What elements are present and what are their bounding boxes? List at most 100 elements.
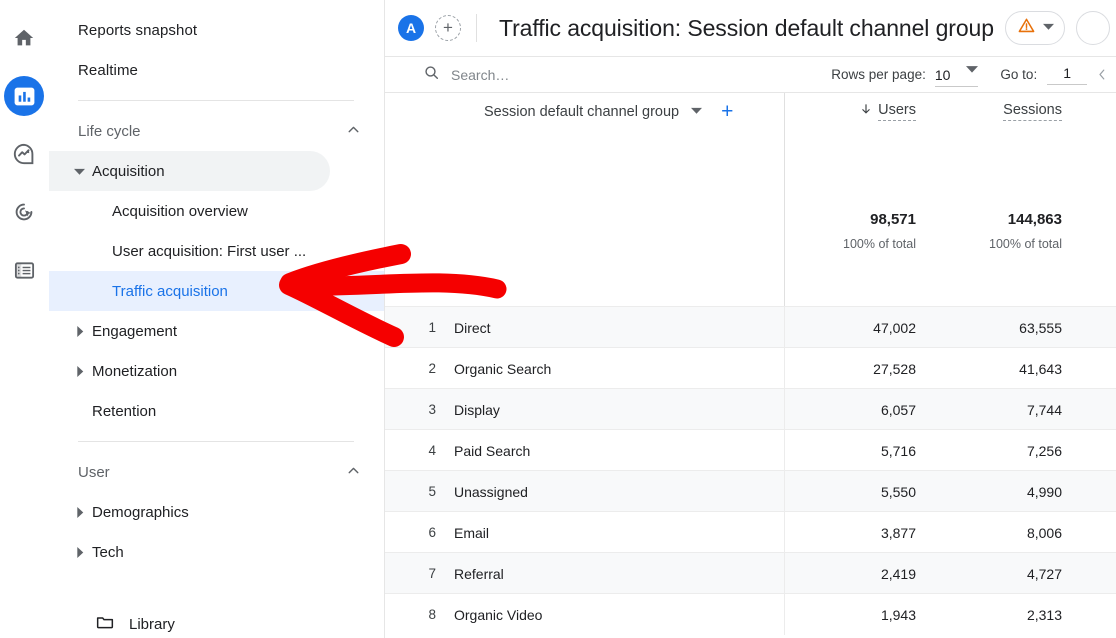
- row-users-value: 1,943: [776, 594, 916, 635]
- sidebar-group-engagement[interactable]: Engagement: [49, 311, 384, 351]
- row-index: 3: [420, 389, 436, 430]
- rows-per-page-value: 10: [935, 67, 951, 83]
- row-dimension-value: Direct: [454, 307, 491, 348]
- total-sessions-sub: 100% of total: [922, 237, 1062, 251]
- row-users-value: 6,057: [776, 389, 916, 430]
- sidebar-divider-1: [78, 100, 354, 101]
- total-sessions-value: 144,863: [922, 211, 1062, 228]
- chevron-left-icon[interactable]: [1095, 67, 1110, 82]
- row-index: 6: [420, 512, 436, 553]
- reports-icon-button[interactable]: [4, 76, 44, 116]
- rows-per-page-select[interactable]: 10: [935, 62, 979, 87]
- sidebar-group-acquisition[interactable]: Acquisition: [49, 151, 330, 191]
- row-sessions-value: 41,643: [922, 348, 1062, 389]
- search-input[interactable]: Search…: [451, 67, 509, 83]
- row-users-value: 47,002: [776, 307, 916, 348]
- sidebar-group-tech[interactable]: Tech: [49, 532, 384, 572]
- chevron-down-icon: [1043, 19, 1054, 37]
- sidebar-item-realtime[interactable]: Realtime: [49, 50, 384, 90]
- table-row[interactable]: 2Organic Search27,52841,643: [385, 347, 1116, 388]
- table-row[interactable]: 5Unassigned5,5504,990: [385, 470, 1116, 511]
- sidebar-item-label: Acquisition overview: [112, 203, 248, 220]
- sidebar-item-user-acquisition[interactable]: User acquisition: First user ...: [49, 231, 384, 271]
- metric-header-label: Users: [878, 102, 916, 121]
- explore-icon-button[interactable]: [4, 134, 44, 174]
- sidebar-divider-2: [78, 441, 354, 442]
- table-row[interactable]: 4Paid Search5,7167,256: [385, 429, 1116, 470]
- sidebar-group-monetization[interactable]: Monetization: [49, 351, 384, 391]
- row-dimension-value: Organic Search: [454, 348, 551, 389]
- sidebar-item-reports-snapshot[interactable]: Reports snapshot: [49, 10, 384, 50]
- go-to-input[interactable]: 1: [1047, 65, 1087, 85]
- row-index: 1: [420, 307, 436, 348]
- caret-down-icon: [66, 166, 92, 177]
- sidebar-group-label: Acquisition: [92, 163, 165, 180]
- row-sessions-value: 7,744: [922, 389, 1062, 430]
- sidebar-group-demographics[interactable]: Demographics: [49, 492, 384, 532]
- row-sessions-value: 63,555: [922, 307, 1062, 348]
- total-users-value: 98,571: [776, 211, 916, 228]
- plus-icon: +: [443, 18, 453, 38]
- add-comparison-button[interactable]: +: [435, 15, 461, 41]
- sidebar-item-acquisition-overview[interactable]: Acquisition overview: [49, 191, 384, 231]
- sidebar-section-user[interactable]: User: [49, 452, 384, 492]
- report-header: A + Traffic acquisition: Session default…: [385, 0, 1116, 57]
- table-row[interactable]: 6Email3,8778,006: [385, 511, 1116, 552]
- table-row[interactable]: 1 Direct 47,00263,555: [385, 306, 1116, 347]
- caret-right-icon: [66, 366, 92, 377]
- home-icon-button[interactable]: [4, 18, 44, 58]
- metric-header-users[interactable]: Users: [859, 102, 916, 121]
- row-dimension-value: Unassigned: [454, 471, 528, 512]
- row-dimension-value: Email: [454, 512, 489, 553]
- caret-right-icon: [66, 547, 92, 558]
- row-users-value: 27,528: [776, 348, 916, 389]
- dimension-header-label: Session default channel group: [484, 104, 679, 120]
- explore-icon: [12, 142, 36, 166]
- table-row[interactable]: 8Organic Video1,9432,313: [385, 593, 1116, 634]
- search-box[interactable]: Search…: [423, 64, 509, 86]
- total-users-sub: 100% of total: [776, 237, 916, 251]
- metric-header-label: Sessions: [1003, 102, 1062, 121]
- sidebar-section-life-cycle[interactable]: Life cycle: [49, 111, 384, 151]
- table-row[interactable]: 7Referral2,4194,727: [385, 552, 1116, 593]
- sidebar-item-retention[interactable]: Retention: [49, 391, 384, 431]
- advertising-icon-button[interactable]: [4, 192, 44, 232]
- header-divider: [476, 14, 477, 42]
- sidebar-item-label: Traffic acquisition: [112, 283, 228, 300]
- chevron-down-icon[interactable]: [691, 103, 702, 121]
- table-toolbar: Search… Rows per page: 10 Go to: 1: [385, 57, 1116, 92]
- reports-sidebar: Reports snapshot Realtime Life cycle Acq…: [49, 0, 385, 638]
- row-index: 7: [420, 553, 436, 594]
- reports-bar-chart-icon: [12, 84, 37, 109]
- icon-rail: [0, 0, 49, 638]
- sidebar-item-traffic-acquisition[interactable]: Traffic acquisition: [49, 271, 384, 311]
- add-dimension-button[interactable]: +: [721, 101, 733, 122]
- row-dimension-value: Referral: [454, 553, 504, 594]
- metric-header-sessions[interactable]: Sessions: [1003, 102, 1062, 121]
- row-dimension-value: Paid Search: [454, 430, 530, 471]
- row-sessions-value: 8,006: [922, 512, 1062, 553]
- sidebar-item-label: Reports snapshot: [78, 22, 197, 39]
- table-header: Session default channel group + Users Se…: [385, 93, 1116, 306]
- column-divider: [784, 93, 785, 306]
- sidebar-item-label: Retention: [92, 403, 156, 420]
- home-icon: [13, 27, 35, 49]
- row-users-value: 2,419: [776, 553, 916, 594]
- data-warning-button[interactable]: [1005, 11, 1065, 45]
- advertising-target-icon: [12, 200, 36, 224]
- sidebar-item-library[interactable]: Library: [49, 604, 384, 638]
- row-users-value: 5,550: [776, 471, 916, 512]
- arrow-down-icon: [859, 102, 873, 121]
- table-row[interactable]: 3 Display 6,0577,744: [385, 388, 1116, 429]
- configure-icon-button[interactable]: [4, 250, 44, 290]
- header-overflow-button[interactable]: [1076, 11, 1110, 45]
- go-to-label: Go to:: [1000, 67, 1037, 82]
- row-dimension-value: Display: [454, 389, 500, 430]
- row-index: 4: [420, 430, 436, 471]
- dimension-header[interactable]: Session default channel group +: [484, 101, 733, 122]
- row-sessions-value: 7,256: [922, 430, 1062, 471]
- avatar[interactable]: A: [398, 15, 424, 41]
- pagination-controls: Rows per page: 10 Go to: 1: [831, 62, 1116, 87]
- chevron-up-icon: [345, 121, 362, 142]
- row-dimension-value: Organic Video: [454, 594, 542, 635]
